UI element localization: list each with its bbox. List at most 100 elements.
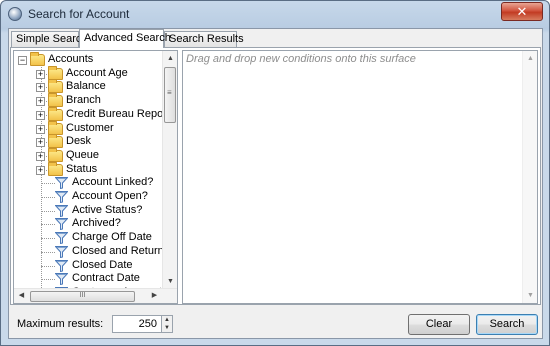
drop-hint-text: Drag and drop new conditions onto this s…: [186, 53, 416, 65]
tree-connector-line: [41, 224, 55, 226]
tree-folder-item[interactable]: + Credit Bureau Reporting: [14, 106, 177, 122]
drop-scroll-down-arrow-icon[interactable]: ▼: [523, 288, 538, 303]
filter-icon: [54, 245, 69, 258]
condition-drop-surface[interactable]: Drag and drop new conditions onto this s…: [182, 50, 538, 304]
tab-strip: Simple Search Advanced Search Search Res…: [9, 29, 542, 48]
window-title: Search for Account: [28, 7, 130, 21]
tree-condition-item[interactable]: Contract Date: [14, 272, 177, 286]
tree-hscroll-thumb[interactable]: III: [30, 291, 135, 302]
tree-item-label: Branch: [66, 94, 101, 107]
tree-root-item[interactable]: − Accounts: [14, 52, 177, 67]
title-bar[interactable]: Search for Account ✕: [1, 1, 549, 27]
filter-icon: [54, 273, 69, 286]
dialog-footer: Maximum results: 250 ▲ ▼ Clear Search: [9, 305, 542, 338]
tree-folder-item[interactable]: + Desk: [14, 134, 177, 149]
tree-item-label: Customer: [66, 121, 114, 134]
tree-connector-line: [41, 238, 55, 240]
tree-folder-item[interactable]: + Balance: [14, 79, 177, 94]
tab-advanced-search[interactable]: Advanced Search: [79, 29, 171, 48]
folder-icon: [30, 52, 45, 66]
tree-horizontal-scrollbar[interactable]: ◀ III ▶: [14, 288, 177, 303]
tree-item-label: Account Open?: [72, 190, 148, 202]
tree-vertical-scrollbar[interactable]: ▲ ≡ ▼: [162, 51, 177, 289]
search-button[interactable]: Search: [476, 314, 538, 335]
folder-icon: [48, 120, 63, 135]
expand-icon[interactable]: +: [36, 124, 45, 134]
tree-item-label: Status: [66, 162, 98, 175]
drop-surface-scrollbar[interactable]: ▲ ▼: [522, 51, 537, 303]
tree-connector-line: [41, 183, 55, 185]
tree-condition-item[interactable]: Closed Date: [14, 258, 177, 273]
tree-condition-item[interactable]: Closed and Returned?: [14, 245, 177, 259]
expand-icon[interactable]: +: [36, 97, 45, 107]
tree-item-label: Accounts: [48, 53, 94, 65]
spin-down-icon[interactable]: ▼: [162, 324, 172, 332]
filter-icon: [54, 232, 69, 245]
folder-icon: [48, 134, 63, 149]
expand-icon[interactable]: +: [36, 69, 45, 79]
tree-condition-item[interactable]: Charge Off Date: [14, 231, 177, 245]
scroll-left-arrow-icon[interactable]: ◀: [14, 289, 29, 303]
filter-icon: [54, 177, 69, 190]
spin-up-icon[interactable]: ▲: [162, 316, 172, 324]
folder-icon: [48, 106, 63, 121]
filter-icon: [54, 204, 69, 217]
tree-connector-line: [41, 279, 55, 281]
clear-button[interactable]: Clear: [408, 314, 470, 335]
filter-icon: [54, 218, 69, 231]
folder-icon: [48, 79, 63, 94]
expand-icon[interactable]: +: [36, 83, 45, 93]
app-icon: [8, 7, 22, 21]
tree-item-label: Archived?: [72, 217, 121, 230]
tree-connector-line: [41, 210, 55, 212]
tree-item-label: Account Age: [66, 66, 128, 79]
vscroll-grip-icon: ≡: [167, 88, 172, 97]
tab-search-results[interactable]: Search Results: [164, 31, 244, 47]
filter-icon: [54, 191, 69, 204]
filter-icon: [54, 259, 69, 272]
expand-icon[interactable]: +: [36, 165, 45, 175]
tree-item-label: Active Status?: [72, 203, 143, 216]
tree-connector-line: [41, 251, 55, 253]
drop-scroll-up-arrow-icon[interactable]: ▲: [523, 51, 538, 66]
scroll-right-arrow-icon[interactable]: ▶: [147, 289, 162, 303]
expand-icon[interactable]: +: [36, 138, 45, 148]
tab-simple-search[interactable]: Simple Search: [11, 31, 88, 47]
folder-icon: [48, 147, 63, 162]
tree-folder-item[interactable]: + Status: [14, 161, 177, 177]
tree-condition-item[interactable]: Account Open?: [14, 190, 177, 204]
tree-connector-line: [41, 265, 55, 267]
folder-icon: [48, 65, 63, 80]
tree-item-label: Contract Date: [72, 272, 140, 285]
tree-folder-item[interactable]: + Branch: [14, 93, 177, 108]
tree-folder-item[interactable]: + Account Age: [14, 65, 177, 81]
tree-connector-line: [41, 197, 55, 198]
tree-folder-item[interactable]: + Queue: [14, 147, 177, 163]
tree-condition-item[interactable]: Archived?: [14, 217, 177, 231]
expand-icon[interactable]: +: [36, 110, 45, 120]
tree-item-label: Queue: [66, 148, 100, 161]
tree-condition-item[interactable]: Active Status?: [14, 203, 177, 218]
max-results-spinner[interactable]: ▲ ▼: [162, 315, 173, 333]
tree-item-label: Balance: [66, 80, 106, 93]
tree-item-label: Charge Off Date: [72, 231, 152, 244]
tree-folder-item[interactable]: + Customer: [14, 120, 177, 136]
max-results-label: Maximum results:: [17, 318, 104, 330]
tree-condition-item[interactable]: Account Linked?: [14, 176, 177, 190]
tree-item-label: Closed Date: [72, 258, 133, 271]
expand-icon[interactable]: +: [36, 151, 45, 161]
advanced-search-panel: − Accounts + Account Age + Balance + Branch + Cre…: [10, 47, 541, 305]
search-for-account-window: Search for Account ✕ Simple Search Advan…: [0, 0, 550, 346]
close-button[interactable]: ✕: [501, 2, 543, 21]
tree-item-label: Desk: [66, 135, 92, 148]
folder-icon: [48, 161, 63, 176]
max-results-input[interactable]: 250: [112, 315, 162, 333]
condition-tree: − Accounts + Account Age + Balance + Branch + Cre…: [13, 50, 178, 304]
folder-icon: [48, 93, 63, 108]
tree-vscroll-thumb[interactable]: ≡: [164, 67, 176, 123]
tree-item-label: Account Linked?: [72, 176, 154, 189]
dialog-client-area: Simple Search Advanced Search Search Res…: [8, 28, 543, 339]
scroll-up-arrow-icon[interactable]: ▲: [163, 51, 177, 66]
collapse-icon[interactable]: −: [18, 56, 27, 65]
scroll-down-arrow-icon[interactable]: ▼: [163, 274, 177, 289]
